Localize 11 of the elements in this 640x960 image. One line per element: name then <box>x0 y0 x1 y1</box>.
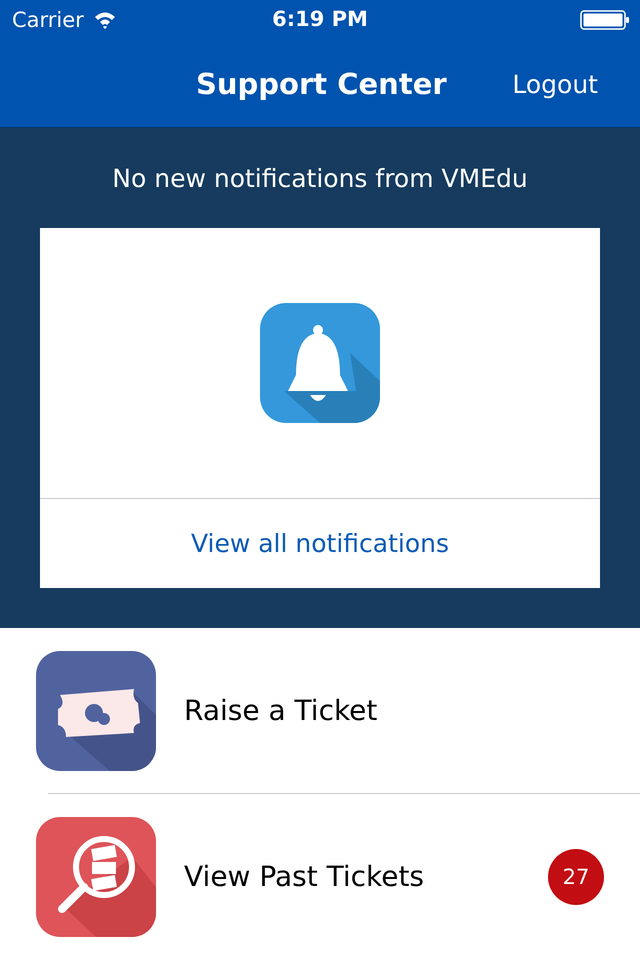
logout-button[interactable]: Logout <box>512 70 598 98</box>
menu-item[interactable]: Raise a Ticket <box>0 628 640 793</box>
notification-message: No new notifications from VMEdu <box>112 164 528 195</box>
carrier-label: Carrier <box>12 8 84 32</box>
view-notifications-link[interactable]: View all notifications <box>40 499 600 588</box>
menu-item[interactable]: View Past Tickets 27 <box>0 794 640 959</box>
count-badge: 27 <box>548 848 604 904</box>
clock: 6:19 PM <box>271 7 369 31</box>
menu-item-label: Raise a Ticket <box>184 694 378 727</box>
menu-item-label: View Past Tickets <box>184 860 426 893</box>
screen-title: Support Center <box>196 67 447 101</box>
